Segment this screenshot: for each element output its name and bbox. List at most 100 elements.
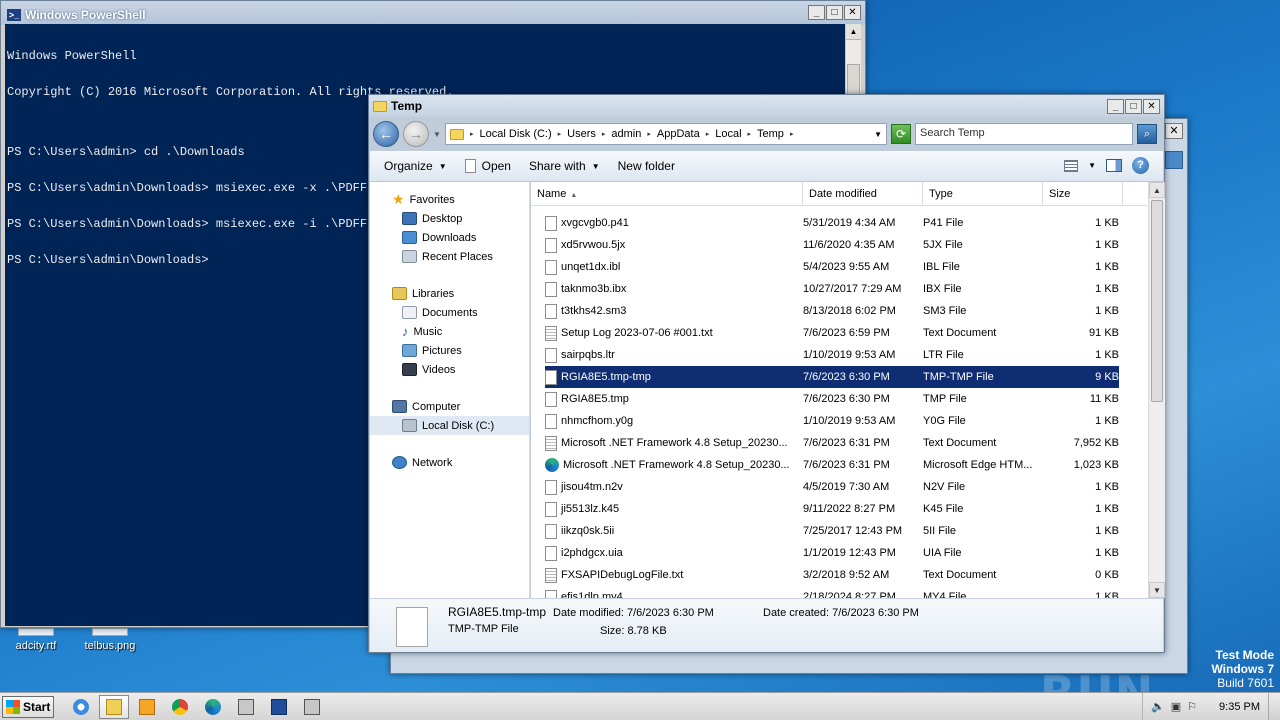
minimize-button[interactable]: _	[1107, 99, 1124, 114]
nav-downloads[interactable]: Downloads	[370, 228, 529, 247]
nav-videos[interactable]: Videos	[370, 360, 529, 379]
nav-music[interactable]: ♪ Music	[370, 322, 529, 341]
network-icon[interactable]: ▣	[1171, 700, 1181, 713]
nav-local-disk[interactable]: Local Disk (C:)	[370, 416, 529, 435]
column-header-date[interactable]: Date modified	[803, 182, 923, 205]
table-row[interactable]: efjs1dlp.my4 2/18/2024 8:27 PM MY4 File 1 K…	[545, 586, 1119, 598]
scroll-up-arrow-icon[interactable]: ▲	[1149, 182, 1165, 198]
taskbar-powershell[interactable]	[264, 695, 294, 719]
close-icon[interactable]: ✕	[1165, 123, 1183, 139]
share-with-menu[interactable]: Share with ▼	[529, 159, 600, 173]
table-row[interactable]: xd5rvwou.5jx 11/6/2020 4:35 AM 5JX File 1 K…	[545, 234, 1119, 256]
taskbar-edge[interactable]	[198, 695, 228, 719]
desktop-icon-adcity[interactable]: adcity.rtf	[0, 628, 72, 652]
chevron-right-icon[interactable]: ▸	[647, 130, 651, 138]
help-icon[interactable]: ?	[1132, 157, 1149, 174]
chevron-right-icon[interactable]: ▸	[558, 130, 562, 138]
powershell-titlebar[interactable]: >_ Windows PowerShell	[1, 1, 865, 25]
start-button[interactable]: Start	[2, 695, 54, 718]
table-row[interactable]: RGIA8E5.tmp 7/6/2023 6:30 PM TMP File 11 KB	[545, 388, 1119, 410]
column-header-type[interactable]: Type	[923, 182, 1043, 205]
new-folder-button[interactable]: New folder	[618, 159, 675, 173]
nav-libraries[interactable]: Libraries	[370, 284, 529, 303]
chevron-right-icon[interactable]: ▸	[790, 130, 794, 138]
address-dropdown-icon[interactable]: ▼	[874, 130, 882, 139]
desktop-icon-label: telbus.png	[84, 640, 136, 652]
nav-documents[interactable]: Documents	[370, 303, 529, 322]
volume-icon[interactable]: 🔈	[1151, 700, 1165, 713]
show-desktop-button[interactable]	[1268, 693, 1280, 720]
explorer-titlebar[interactable]: Temp	[369, 95, 1164, 117]
recent-pages-dropdown-icon[interactable]: ▼	[433, 130, 441, 139]
table-row[interactable]: RGIA8E5.tmp-tmp 7/6/2023 6:30 PM TMP-TMP F…	[545, 366, 1119, 388]
table-row[interactable]: xvgcvgb0.p41 5/31/2019 4:34 AM P41 File 1 K…	[545, 212, 1119, 234]
chevron-right-icon[interactable]: ▸	[748, 130, 752, 138]
taskbar-internet-explorer[interactable]	[66, 695, 96, 719]
open-button[interactable]: Open	[464, 159, 511, 173]
maximize-button[interactable]: □	[1125, 99, 1142, 114]
nav-pictures[interactable]: Pictures	[370, 341, 529, 360]
back-arrow-icon[interactable]: ←	[373, 121, 399, 147]
table-row[interactable]: ji5513lz.k45 9/11/2022 8:27 PM K45 File 1 K…	[545, 498, 1119, 520]
breadcrumb-users[interactable]: Users	[567, 128, 596, 140]
breadcrumb-appdata[interactable]: AppData	[657, 128, 700, 140]
explorer-window[interactable]: Temp _ □ ✕ ← → ▼ ▸ Local Disk (C:) ▸ Use…	[368, 94, 1165, 653]
chevron-down-icon[interactable]: ▼	[1088, 161, 1096, 170]
breadcrumb-admin[interactable]: admin	[611, 128, 641, 140]
nav-computer[interactable]: Computer	[370, 397, 529, 416]
refresh-icon[interactable]: ⟳	[891, 124, 911, 144]
taskbar-explorer[interactable]	[99, 694, 129, 719]
search-icon[interactable]: ⌕	[1137, 124, 1157, 144]
column-header-name[interactable]: Name ▲	[531, 182, 803, 205]
breadcrumb-local-disk[interactable]: Local Disk (C:)	[480, 128, 552, 140]
table-row[interactable]: Microsoft .NET Framework 4.8 Setup_20230…	[545, 432, 1119, 454]
table-row[interactable]: t3tkhs42.sm3 8/13/2018 6:02 PM SM3 File 1 K…	[545, 300, 1119, 322]
table-row[interactable]: jisou4tm.n2v 4/5/2019 7:30 AM N2V File 1 KB	[545, 476, 1119, 498]
table-row[interactable]: unqet1dx.ibl 5/4/2023 9:55 AM IBL File 1 KB	[545, 256, 1119, 278]
close-button[interactable]: ✕	[1143, 99, 1160, 114]
minimize-button[interactable]: _	[808, 5, 825, 20]
clock[interactable]: 9:35 PM	[1219, 701, 1260, 713]
nav-network[interactable]: Network	[370, 453, 529, 472]
scroll-thumb[interactable]	[1151, 200, 1163, 402]
forward-arrow-icon[interactable]: →	[403, 121, 429, 147]
preview-pane-icon[interactable]	[1106, 159, 1122, 172]
table-row[interactable]: Microsoft .NET Framework 4.8 Setup_20230…	[545, 454, 1119, 476]
file-list-pane[interactable]: Name ▲ Date modified Type Size xvgcvgb0.p…	[531, 182, 1165, 598]
file-date: 10/27/2017 7:29 AM	[803, 283, 902, 295]
chevron-right-icon[interactable]: ▸	[470, 130, 474, 138]
table-row[interactable]: taknmo3b.ibx 10/27/2017 7:29 AM IBX File 1 …	[545, 278, 1119, 300]
taskbar-installer[interactable]	[231, 695, 261, 719]
table-row[interactable]: i2phdgcx.uia 1/1/2019 12:43 PM UIA File 1 K…	[545, 542, 1119, 564]
nav-recent-places[interactable]: Recent Places	[370, 247, 529, 266]
nav-favorites[interactable]: ★ Favorites	[370, 190, 529, 209]
chevron-right-icon[interactable]: ▸	[706, 130, 710, 138]
breadcrumb-local[interactable]: Local	[715, 128, 741, 140]
taskbar-media-player[interactable]	[132, 695, 162, 719]
table-row[interactable]: sairpqbs.ltr 1/10/2019 9:53 AM LTR File 1 K…	[545, 344, 1119, 366]
address-bar[interactable]: ▸ Local Disk (C:) ▸ Users ▸ admin ▸ AppD…	[445, 123, 887, 145]
search-input[interactable]: Search Temp	[915, 123, 1133, 145]
close-button[interactable]: ✕	[844, 5, 861, 20]
search-icon[interactable]	[1165, 151, 1183, 169]
table-row[interactable]: iikzq0sk.5ii 7/25/2017 12:43 PM 5II File 1 …	[545, 520, 1119, 542]
chevron-right-icon[interactable]: ▸	[602, 130, 606, 138]
scroll-down-arrow-icon[interactable]: ▼	[1149, 582, 1165, 598]
organize-label: Organize	[384, 159, 433, 173]
nav-desktop[interactable]: Desktop	[370, 209, 529, 228]
breadcrumb-temp[interactable]: Temp	[757, 128, 784, 140]
action-center-flag-icon[interactable]: ⚐	[1187, 700, 1197, 713]
maximize-button[interactable]: □	[826, 5, 843, 20]
scroll-up-arrow-icon[interactable]: ▲	[846, 24, 861, 40]
change-view-icon[interactable]	[1064, 159, 1079, 172]
organize-menu[interactable]: Organize ▼	[384, 159, 447, 173]
table-row[interactable]: FXSAPIDebugLogFile.txt 3/2/2018 9:52 AM Te…	[545, 564, 1119, 586]
column-header-size[interactable]: Size	[1043, 182, 1123, 205]
table-row[interactable]: Setup Log 2023-07-06 #001.txt 7/6/2023 6:…	[545, 322, 1119, 344]
nav-label: Computer	[412, 400, 461, 413]
file-list-scrollbar[interactable]: ▲ ▼	[1148, 182, 1165, 598]
desktop-icon-telbus[interactable]: telbus.png	[74, 628, 146, 652]
table-row[interactable]: nhmcfhom.y0g 1/10/2019 9:53 AM Y0G File 1 K…	[545, 410, 1119, 432]
taskbar-installer-2[interactable]	[297, 695, 327, 719]
taskbar-chrome[interactable]	[165, 695, 195, 719]
